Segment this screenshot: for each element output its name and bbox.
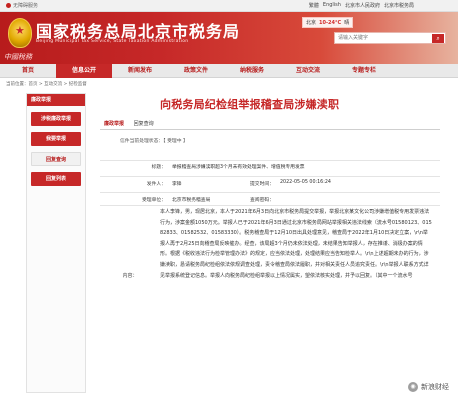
accessibility-icon xyxy=(6,3,11,8)
headline-overlay: 向税务局纪检组举报稽查局涉嫌渎职 xyxy=(160,98,340,111)
report-content-text: 本人李锋，男，现居北京，本人于2021年6月3日向北京市税务局提交举报，举报北京… xyxy=(160,209,432,279)
nav-interaction[interactable]: 互动交流 xyxy=(280,64,336,78)
value-handler: 北京市税务稽查局 xyxy=(172,198,211,203)
value-title: 举报稽查局涉嫌渎职超3个月未有效处理案件、增值税专用发票 xyxy=(172,165,305,170)
nav-policy[interactable]: 政策文件 xyxy=(168,64,224,78)
label-password: 查阅密码： xyxy=(250,198,274,203)
sidebar-item-submit-report[interactable]: 我要举报 xyxy=(31,132,81,146)
report-content: 本人李锋，男，现居北京，本人于2021年6月3日向北京市税务局提交举报，举报北京… xyxy=(160,207,432,397)
nav-special-topics[interactable]: 专题专栏 xyxy=(336,64,392,78)
nav-home[interactable]: 首页 xyxy=(0,64,56,78)
tax-brand-mark: 中國稅務 xyxy=(4,53,32,61)
sidebar-item-integrity-report[interactable]: 涉税廉政举报 xyxy=(31,112,81,126)
value-submit-time: 2022-05-05 00:16:24 xyxy=(280,180,331,185)
weibo-icon: ◉ xyxy=(408,382,418,392)
divider xyxy=(100,176,440,177)
nav-taxpayer-service[interactable]: 纳税服务 xyxy=(224,64,280,78)
weather-temp: 10-24°C xyxy=(319,19,342,26)
content-tabs: 廉政举报 回复查询 xyxy=(100,120,440,130)
top-link-beijing-gov[interactable]: 北京市人民政府 xyxy=(345,2,380,9)
search-icon[interactable]: ⌕ xyxy=(432,34,444,43)
divider xyxy=(100,192,440,193)
site-title-english: Beijing Municipal Tax Service, State Tax… xyxy=(36,39,189,44)
top-link-english[interactable]: English xyxy=(323,2,341,9)
top-utility-bar: 无障碍服务 繁體 English 北京市人民政府 北京市税务局 xyxy=(0,0,458,12)
accessibility-link[interactable]: 无障碍服务 xyxy=(6,2,38,9)
sidebar-heading: 廉政举报 xyxy=(27,94,85,106)
top-links: 繁體 English 北京市人民政府 北京市税务局 xyxy=(309,2,414,9)
search-input[interactable] xyxy=(335,33,431,43)
left-sidebar: 廉政举报 涉税廉政举报 我要举报 回复查询 回复列表 xyxy=(26,93,86,393)
tab-reply-query[interactable]: 回复查询 xyxy=(130,120,158,129)
top-link-traditional[interactable]: 繁體 xyxy=(309,2,319,9)
label-title: 标题： xyxy=(151,165,166,170)
weather-city: 北京 xyxy=(306,20,317,26)
label-content: 内容： xyxy=(122,273,138,279)
divider xyxy=(100,160,440,161)
label-submit-time: 提交时间： xyxy=(250,182,274,187)
value-sender: 李锋 xyxy=(172,182,182,187)
main-nav: 首页 信息公开 新闻发布 政策文件 纳税服务 互动交流 专题专栏 xyxy=(0,64,458,78)
site-search: ⌕ xyxy=(334,32,446,44)
weather-condition: 晴 xyxy=(344,20,350,26)
processing-status: 信件当前处理状态：【 受理中 】 xyxy=(120,139,188,144)
nav-news[interactable]: 新闻发布 xyxy=(112,64,168,78)
weather-widget: 北京 10-24°C 晴 xyxy=(302,17,354,28)
site-header: 国家税务总局北京市税务局 Beijing Municipal Tax Servi… xyxy=(0,12,458,64)
accessibility-label: 无障碍服务 xyxy=(13,3,39,9)
sidebar-item-reply-query[interactable]: 回复查询 xyxy=(31,152,81,166)
divider xyxy=(100,205,440,206)
national-emblem-icon xyxy=(8,18,32,48)
label-sender: 发件人： xyxy=(146,182,166,187)
source-watermark: ◉ 新浪财经 xyxy=(405,380,452,394)
watermark-text: 新浪财经 xyxy=(421,383,449,391)
label-handler: 受理单位： xyxy=(142,198,166,203)
sidebar-item-reply-list[interactable]: 回复列表 xyxy=(31,172,81,186)
top-link-beijing-tax[interactable]: 北京市税务局 xyxy=(384,2,414,9)
breadcrumb: 当前位置：首页 > 互动交流 > 纪检监督 xyxy=(6,82,87,87)
nav-info-disclosure[interactable]: 信息公开 xyxy=(56,64,112,78)
tab-integrity-report[interactable]: 廉政举报 xyxy=(100,120,128,129)
